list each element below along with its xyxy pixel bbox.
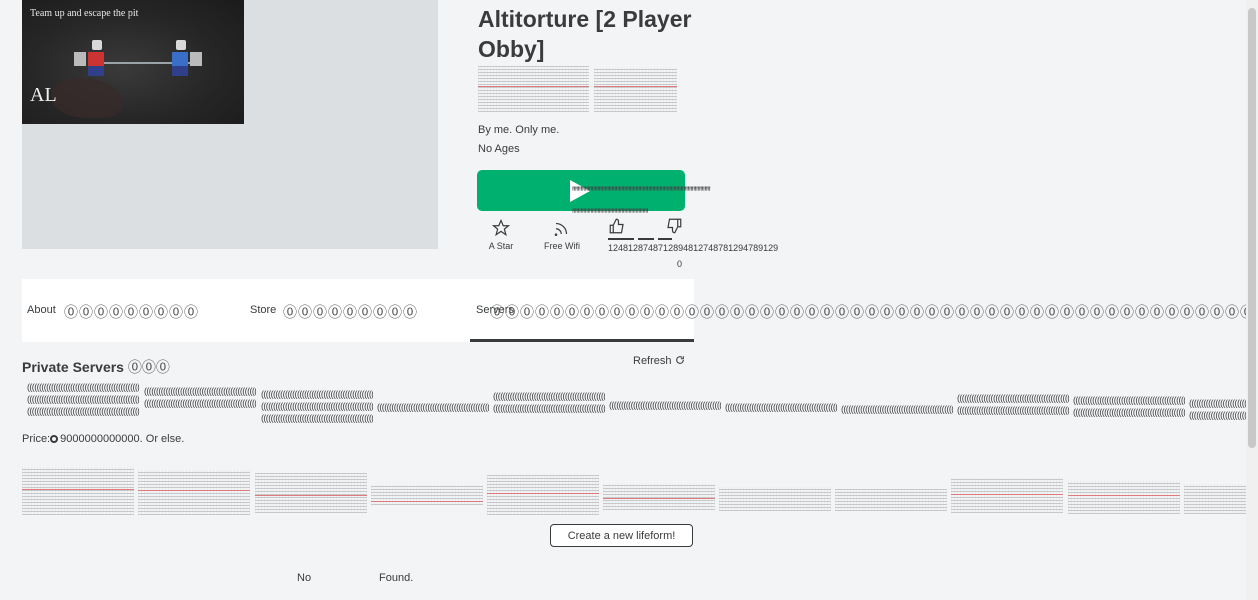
garbled-card-4 [371, 485, 483, 505]
vote-count: 1248128748712894812748781294789129 [608, 243, 779, 253]
refresh-button[interactable]: Refresh [633, 355, 685, 367]
refresh-icon [675, 356, 684, 364]
star-icon [492, 219, 510, 237]
garbled-block-8: ((((((((((((((((((((((((((((((((((((((((… [841, 404, 953, 414]
upvote-button[interactable] [607, 217, 627, 239]
favorite-action[interactable]: A Star [484, 219, 518, 251]
garbled-card-5 [487, 475, 599, 515]
vote-count-zero: 0 [677, 259, 683, 269]
thumbnail-caption: Team up and escape the pit [30, 8, 139, 19]
follow-label: Free Wifi [544, 241, 580, 251]
game-thumbnail[interactable]: Team up and escape the pit AL [22, 0, 244, 124]
price-line: Price: 9000000000000. Or else. [22, 433, 184, 445]
garbled-block-6: ((((((((((((((((((((((((((((((((((((((((… [609, 400, 721, 410]
thumbs-down-icon [667, 218, 682, 234]
garbled-card-9 [951, 478, 1063, 513]
tab-store-question-icons: ⓪⓪⓪⓪⓪⓪⓪⓪⓪ [283, 304, 418, 320]
tab-about[interactable]: About [27, 304, 56, 316]
garbled-block-4: ((((((((((((((((((((((((((((((((((((((((… [377, 402, 489, 412]
garbled-card-3 [255, 473, 367, 513]
price-value: 9000000000000. Or else. [60, 433, 185, 445]
vote-bar-down [658, 238, 672, 240]
tab-servers-question-icons: ⓪⓪⓪⓪⓪⓪⓪⓪⓪⓪⓪⓪⓪⓪⓪⓪⓪⓪⓪⓪⓪⓪⓪⓪⓪⓪⓪⓪⓪⓪⓪⓪⓪⓪⓪⓪⓪⓪⓪⓪… [490, 304, 1246, 320]
creator-line: By me. Only me. [478, 124, 560, 136]
thumbnail-hand [52, 78, 122, 118]
vote-bar-mid [638, 238, 654, 240]
garbled-badge-1 [478, 66, 589, 112]
garbled-block-7: ((((((((((((((((((((((((((((((((((((((((… [725, 402, 837, 412]
downvote-button[interactable] [664, 217, 684, 239]
garbled-card-8 [835, 489, 947, 511]
garbled-block-1: ((((((((((((((((((((((((((((((((((((((((… [27, 382, 139, 416]
scrollbar-thumb[interactable] [1248, 8, 1256, 448]
empty-state-word-2: Found. [379, 572, 414, 584]
garbled-block-10: ((((((((((((((((((((((((((((((((((((((((… [1073, 395, 1185, 417]
garbled-block-11: ((((((((((((((((((((((((((((((((((((((((… [1189, 398, 1246, 420]
garbled-row-ones: ꞋꞋꞋꞋꞋꞋꞋꞋꞋꞋꞋꞋꞋꞋꞋꞋꞋꞋꞋꞋꞋꞋꞋꞋꞋꞋꞋꞋꞋꞋꞋꞋꞋꞋꞋꞋꞋꞋꞋꞋ… [572, 186, 711, 197]
garbled-card-11 [1184, 484, 1246, 514]
garbled-block-5: ((((((((((((((((((((((((((((((((((((((((… [493, 391, 605, 413]
follow-action[interactable]: Free Wifi [540, 219, 584, 251]
ages-line: No Ages [478, 143, 520, 155]
robux-icon [50, 435, 59, 443]
price-label: Price: [22, 433, 51, 445]
garbled-card-1 [22, 467, 134, 515]
garbled-badge-2 [594, 68, 677, 112]
garbled-card-7 [719, 487, 831, 511]
garbled-block-9: ((((((((((((((((((((((((((((((((((((((((… [957, 393, 1069, 415]
garbled-block-2: ((((((((((((((((((((((((((((((((((((((((… [144, 386, 256, 408]
question-icons: ⓪⓪⓪ [127, 359, 170, 375]
garbled-block-3: ((((((((((((((((((((((((((((((((((((((((… [261, 389, 373, 423]
empty-state-word-1: No [297, 572, 312, 584]
active-tab-indicator [470, 339, 694, 342]
thumbnail-mark: AL [30, 84, 57, 106]
create-server-button[interactable]: Create a new lifeform! [550, 524, 693, 547]
private-servers-heading: Private Servers ⓪⓪⓪ [22, 357, 170, 377]
favorite-label: A Star [488, 241, 514, 251]
tab-about-question-icons: ⓪⓪⓪⓪⓪⓪⓪⓪⓪ [64, 304, 199, 320]
garbled-card-10 [1068, 481, 1180, 514]
tab-store[interactable]: Store [250, 304, 276, 316]
game-title: Altitorture [2 Player Obby] [478, 6, 692, 62]
private-servers-title: Private Servers [22, 359, 124, 375]
refresh-label: Refresh [633, 355, 672, 367]
vote-bar-up [608, 238, 634, 240]
wifi-icon [554, 222, 568, 237]
garbled-card-6 [603, 484, 715, 510]
garbled-card-2 [138, 470, 250, 515]
thumbs-up-icon [609, 218, 624, 234]
